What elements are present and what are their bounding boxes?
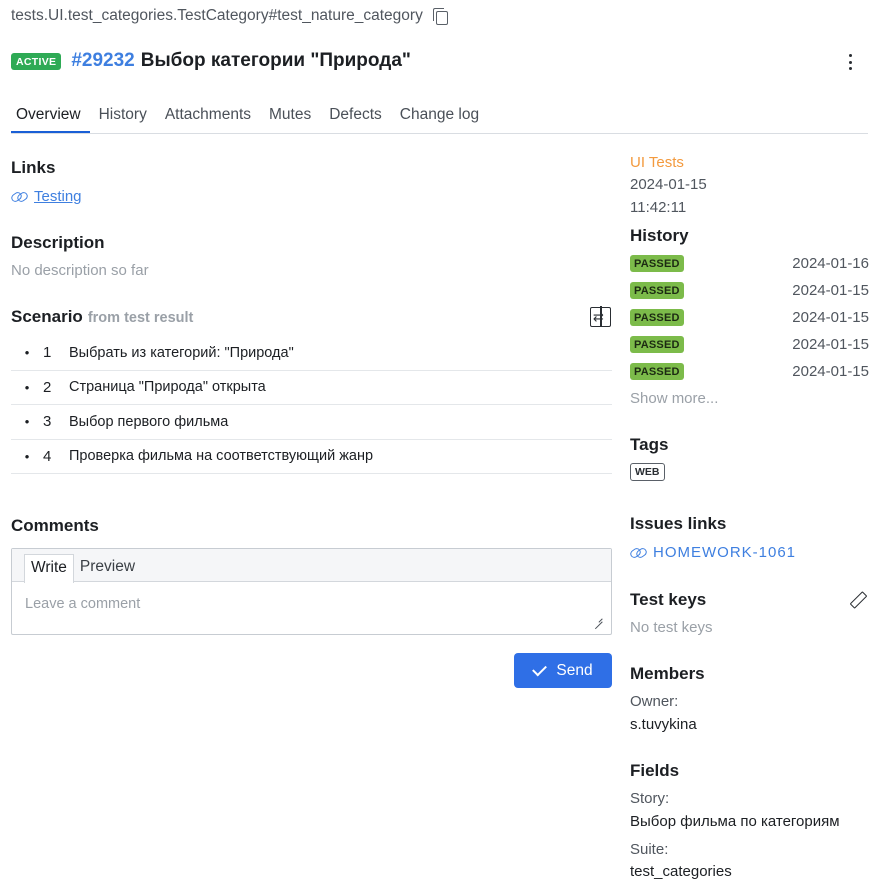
step-text: Страница "Природа" открыта [69, 379, 266, 396]
link-item-testing[interactable]: Testing [11, 188, 82, 205]
links-heading: Links [11, 158, 56, 177]
history-date: 2024-01-16 [792, 255, 869, 272]
description-heading: Description [11, 233, 105, 252]
test-keys-heading: Test keys [630, 590, 707, 609]
show-more-link[interactable]: Show more... [630, 390, 718, 407]
link-label[interactable]: Testing [34, 188, 82, 205]
members-heading: Members [630, 664, 705, 683]
tab-history[interactable]: History [90, 103, 156, 133]
scenario-step: • 3 Выбор первого фильма [11, 405, 612, 440]
tab-defects[interactable]: Defects [320, 103, 391, 133]
comments-heading: Comments [11, 516, 99, 535]
title-row: ACTIVE #29232 Выбор категории "Природа" [11, 50, 411, 72]
owner-value: s.tuvykina [630, 716, 697, 733]
pencil-icon[interactable] [849, 591, 867, 609]
history-date: 2024-01-15 [792, 309, 869, 326]
issue-link-label[interactable]: HOMEWORK-1061 [653, 544, 796, 561]
swap-panel-icon[interactable] [590, 306, 611, 327]
history-row[interactable]: PASSED 2024-01-16 [630, 255, 869, 272]
passed-badge: PASSED [630, 363, 684, 380]
tab-bar: Overview History Attachments Mutes Defec… [11, 103, 868, 134]
step-bullet: • [24, 448, 30, 464]
description-text: No description so far [11, 262, 149, 279]
step-text: Выбрать из категорий: "Природа" [69, 344, 294, 361]
history-date: 2024-01-15 [792, 282, 869, 299]
comment-tabs: Write Preview [12, 549, 611, 583]
tag-list: WEB [630, 462, 665, 481]
scenario-step: • 1 Выбрать из категорий: "Природа" [11, 336, 612, 371]
comment-input[interactable] [12, 582, 611, 634]
test-path-text: tests.UI.test_categories.TestCategory#te… [11, 7, 423, 24]
story-label: Story: [630, 790, 670, 807]
check-icon [532, 661, 548, 676]
passed-badge: PASSED [630, 336, 684, 353]
tab-change-log[interactable]: Change log [391, 103, 488, 133]
page-title: Выбор категории "Природа" [140, 50, 411, 71]
history-row[interactable]: PASSED 2024-01-15 [630, 282, 869, 299]
passed-badge: PASSED [630, 255, 684, 272]
step-bullet: • [24, 414, 30, 430]
copy-icon[interactable] [431, 7, 449, 25]
scenario-heading: Scenario [11, 307, 83, 326]
issues-heading: Issues links [630, 514, 727, 533]
scenario-subheading: from test result [87, 310, 194, 326]
history-heading: History [630, 226, 689, 245]
link-icon [630, 548, 647, 558]
test-case-id: #29232 [71, 50, 135, 71]
send-label: Send [556, 661, 593, 679]
scenario-step: • 2 Страница "Природа" открыта [11, 371, 612, 405]
status-badge: ACTIVE [11, 52, 62, 70]
step-number: 4 [43, 447, 52, 465]
tab-attachments[interactable]: Attachments [156, 103, 260, 133]
send-button[interactable]: Send [514, 653, 612, 688]
comment-editor: Write Preview [11, 548, 612, 635]
tab-overview[interactable]: Overview [11, 103, 90, 133]
test-keys-empty: No test keys [630, 619, 713, 636]
launch-date: 2024-01-15 [630, 176, 707, 193]
step-number: 1 [43, 344, 52, 362]
step-number: 3 [43, 413, 52, 431]
more-vertical-icon[interactable] [840, 53, 860, 71]
step-text: Выбор первого фильма [69, 413, 229, 430]
step-bullet: • [24, 345, 30, 361]
passed-badge: PASSED [630, 282, 684, 299]
scenario-step: • 4 Проверка фильма на соответствующий ж… [11, 440, 612, 474]
launch-link[interactable]: UI Tests [630, 154, 684, 171]
issue-link[interactable]: HOMEWORK-1061 [630, 544, 796, 561]
story-value: Выбор фильма по категориям [630, 813, 840, 830]
scenario-header: Scenario from test result [11, 307, 193, 327]
passed-badge: PASSED [630, 309, 684, 326]
fields-heading: Fields [630, 761, 680, 780]
comment-tab-write[interactable]: Write [24, 554, 74, 583]
step-number: 2 [43, 378, 52, 396]
step-text: Проверка фильма на соответствующий жанр [69, 448, 374, 465]
suite-label: Suite: [630, 841, 669, 858]
tab-mutes[interactable]: Mutes [260, 103, 320, 133]
history-row[interactable]: PASSED 2024-01-15 [630, 363, 869, 380]
history-row[interactable]: PASSED 2024-01-15 [630, 309, 869, 326]
suite-value: test_categories [630, 863, 732, 880]
history-date: 2024-01-15 [792, 363, 869, 380]
tags-heading: Tags [630, 435, 669, 454]
history-row[interactable]: PASSED 2024-01-15 [630, 336, 869, 353]
link-icon [11, 192, 28, 202]
scenario-steps: • 1 Выбрать из категорий: "Природа" • 2 … [11, 336, 612, 474]
tag-chip[interactable]: WEB [630, 463, 665, 481]
comment-tab-preview[interactable]: Preview [74, 554, 141, 582]
resize-grip-icon[interactable] [594, 613, 603, 622]
owner-label: Owner: [630, 693, 679, 710]
test-path: tests.UI.test_categories.TestCategory#te… [11, 7, 449, 25]
launch-time: 11:42:11 [630, 199, 687, 216]
history-date: 2024-01-15 [792, 336, 869, 353]
step-bullet: • [24, 379, 30, 395]
